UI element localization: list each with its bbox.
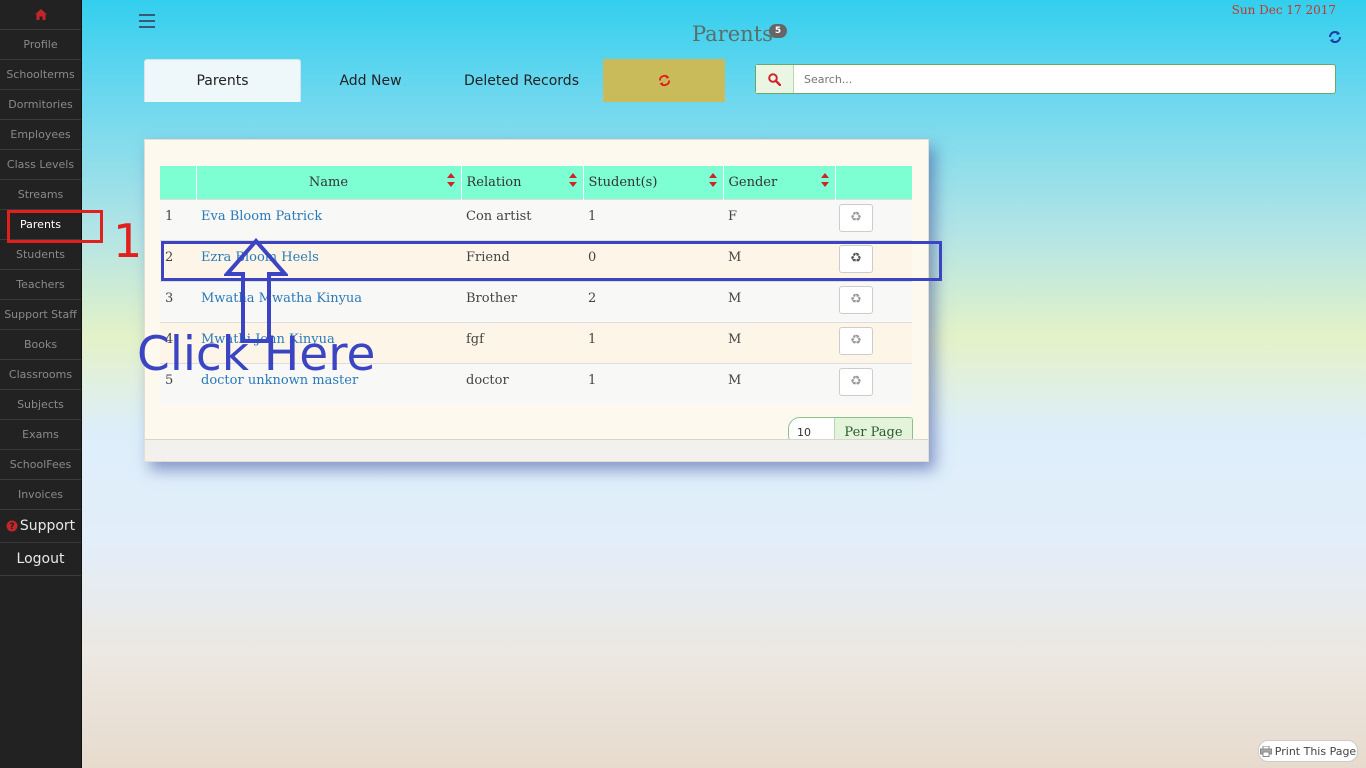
sidebar-home[interactable]: [0, 0, 81, 30]
sidebar-item-profile[interactable]: Profile: [0, 30, 81, 60]
count-badge: 5: [769, 24, 787, 38]
sidebar-item-logout[interactable]: Logout: [0, 543, 81, 576]
relation-cell: Brother: [466, 290, 518, 306]
relation-cell: fgf: [466, 331, 484, 347]
svg-text:?: ?: [9, 522, 14, 532]
sidebar-item-schoolfees[interactable]: SchoolFees: [0, 450, 81, 480]
tab-refresh[interactable]: [603, 59, 725, 102]
col-name-label: Name: [308, 174, 349, 190]
menu-toggle-icon[interactable]: [139, 13, 155, 29]
search-bar: [755, 64, 1336, 94]
action-cell: ♻: [835, 281, 912, 322]
search-icon: [768, 72, 781, 86]
sort-icon: [820, 173, 829, 187]
search-input[interactable]: [794, 65, 1335, 93]
students-cell: 1: [588, 208, 597, 224]
tab-parents[interactable]: Parents: [144, 59, 301, 102]
action-cell: ♻: [835, 322, 912, 363]
table-header-row: Name Relation Student(s) Gender: [160, 166, 912, 199]
relation-cell: Con artist: [466, 208, 532, 224]
recycle-icon: ♻: [850, 292, 862, 307]
students-cell: 2: [588, 290, 597, 306]
action-cell: ♻: [835, 363, 912, 404]
sidebar-item-streams[interactable]: Streams: [0, 180, 81, 210]
refresh-icon: [658, 74, 670, 87]
gender-cell: M: [728, 372, 742, 388]
col-gender-label: Gender: [728, 174, 778, 190]
sidebar-item-dormitories[interactable]: Dormitories: [0, 90, 81, 120]
sort-icon: [708, 173, 717, 187]
card-footer: [145, 439, 928, 461]
sidebar-item-schoolterms[interactable]: Schoolterms: [0, 60, 81, 90]
sort-icon: [446, 173, 455, 187]
sort-icon: [568, 173, 577, 187]
col-name-header[interactable]: Name: [196, 166, 462, 199]
sidebar-item-teachers[interactable]: Teachers: [0, 270, 81, 300]
col-students-header[interactable]: Student(s): [583, 166, 724, 199]
students-cell: 1: [588, 372, 597, 388]
sidebar: Profile Schoolterms Dormitories Employee…: [0, 0, 82, 768]
page-title: Parents: [692, 22, 773, 46]
sidebar-item-books[interactable]: Books: [0, 330, 81, 360]
recycle-button[interactable]: ♻: [839, 367, 873, 396]
recycle-button[interactable]: ♻: [839, 285, 873, 314]
sidebar-item-employees[interactable]: Employees: [0, 120, 81, 150]
tab-deleted-records[interactable]: Deleted Records: [440, 59, 603, 102]
gender-cell: M: [728, 290, 742, 306]
col-students-label: Student(s): [588, 174, 658, 190]
sidebar-item-subjects[interactable]: Subjects: [0, 390, 81, 420]
sidebar-item-classrooms[interactable]: Classrooms: [0, 360, 81, 390]
printer-icon: [1259, 745, 1272, 757]
col-relation-header[interactable]: Relation: [461, 166, 584, 199]
home-icon: [34, 9, 47, 20]
tab-add-new[interactable]: Add New: [301, 59, 440, 102]
gender-cell: F: [728, 208, 738, 224]
recycle-icon: ♻: [850, 374, 862, 389]
gender-cell: M: [728, 331, 742, 347]
recycle-button[interactable]: ♻: [839, 326, 873, 355]
table-row[interactable]: 1 Eva Bloom Patrick Con artist 1 F ♻: [160, 199, 912, 240]
col-gender-header[interactable]: Gender: [723, 166, 836, 199]
support-label: Support: [19, 518, 76, 534]
help-icon: ?: [6, 520, 18, 532]
current-date: Sun Dec 17 2017: [1231, 3, 1336, 17]
col-num-header: [160, 166, 197, 199]
action-cell: ♻: [835, 199, 912, 240]
sidebar-item-exams[interactable]: Exams: [0, 420, 81, 450]
sidebar-item-students[interactable]: Students: [0, 240, 81, 270]
students-cell: 1: [588, 331, 597, 347]
sidebar-item-support[interactable]: ? Support: [0, 510, 81, 543]
relation-cell: doctor: [466, 372, 509, 388]
col-action-header: [835, 166, 912, 199]
annotation-highlight-parents: [7, 210, 103, 243]
print-label: Print This Page: [1274, 744, 1357, 758]
recycle-button[interactable]: ♻: [839, 203, 873, 232]
tab-bar: Parents Add New Deleted Records: [144, 59, 725, 102]
row-number: 3: [165, 290, 174, 306]
search-button[interactable]: [756, 65, 794, 93]
recycle-icon: ♻: [850, 210, 862, 225]
sidebar-item-support-staff[interactable]: Support Staff: [0, 300, 81, 330]
annotation-step-number: 1: [113, 214, 143, 268]
annotation-click-here: Click Here: [137, 327, 376, 382]
col-relation-label: Relation: [466, 174, 522, 190]
recycle-icon: ♻: [850, 333, 862, 348]
parent-name-link[interactable]: Eva Bloom Patrick: [196, 199, 461, 240]
print-button[interactable]: Print This Page: [1258, 740, 1358, 762]
sidebar-item-class-levels[interactable]: Class Levels: [0, 150, 81, 180]
sync-icon[interactable]: [1328, 30, 1342, 44]
sidebar-item-invoices[interactable]: Invoices: [0, 480, 81, 510]
row-number: 1: [165, 208, 174, 224]
